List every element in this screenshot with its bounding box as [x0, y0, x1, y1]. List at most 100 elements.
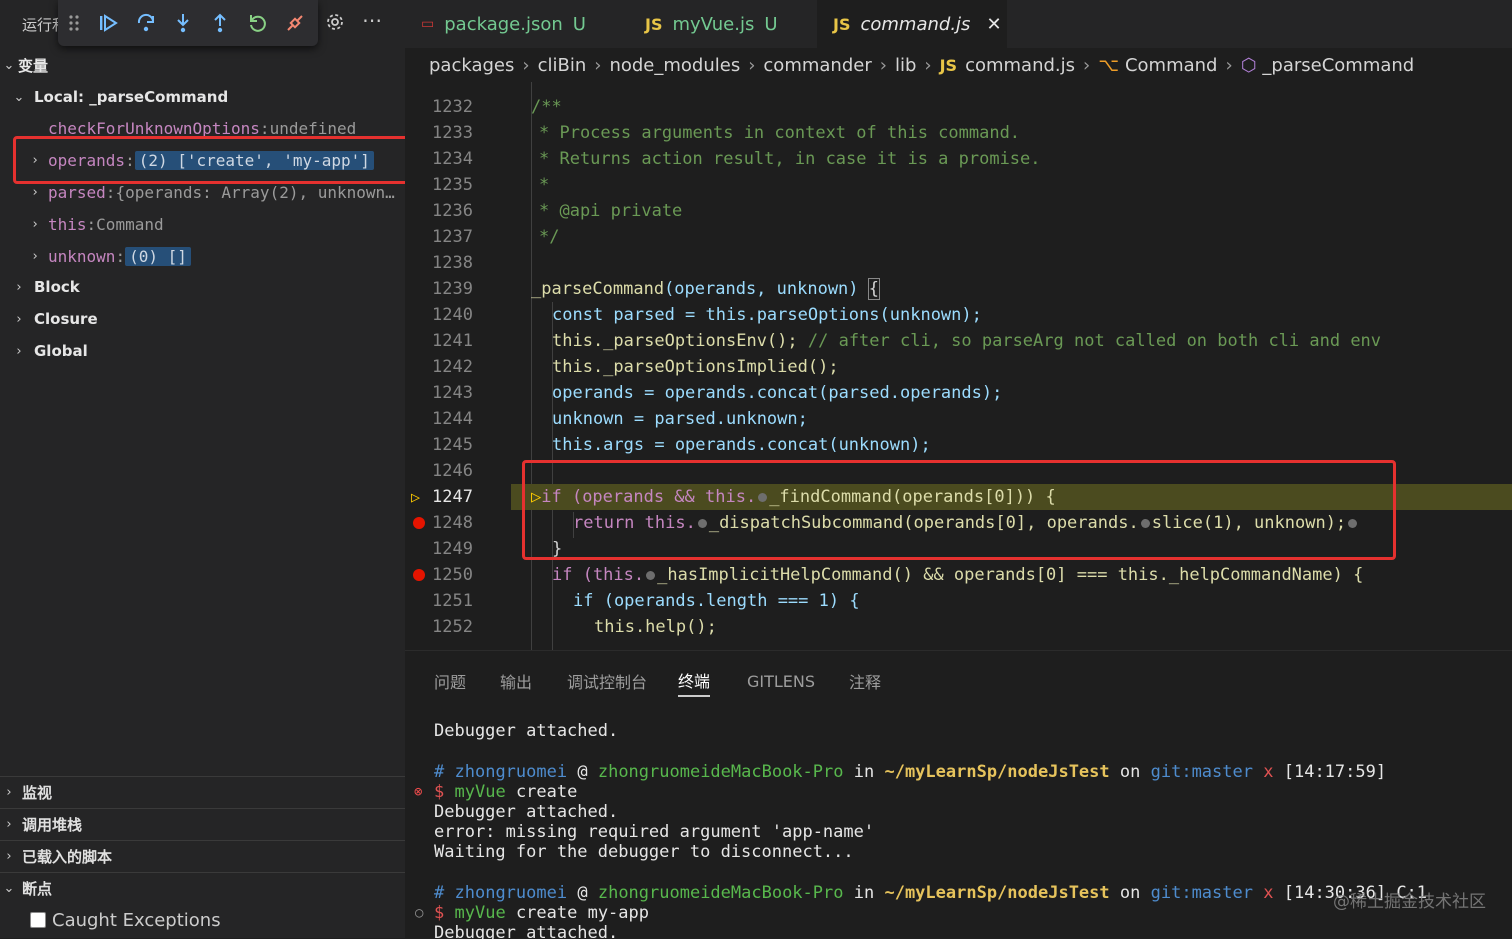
- line-number: 1235: [432, 175, 473, 195]
- line-number: 1246: [432, 461, 473, 481]
- breadcrumb-item[interactable]: lib: [895, 55, 916, 76]
- breadcrumb-item[interactable]: cliBin: [538, 55, 587, 76]
- json-icon: ▭: [421, 16, 435, 32]
- breakpoints-section-header[interactable]: ⌄ 断点: [0, 872, 405, 904]
- line-number: 1247: [432, 487, 473, 507]
- callstack-section-header[interactable]: › 调用堆栈: [0, 808, 405, 840]
- variables-section-header[interactable]: ⌄ 变量: [0, 50, 48, 80]
- continue-icon[interactable]: [94, 9, 122, 37]
- code-text: this.args = operands.concat(unknown);: [552, 435, 931, 455]
- tab-package-json[interactable]: ▭ package.json U: [405, 0, 627, 48]
- scope-label: Global: [34, 342, 88, 360]
- code-text: unknown = parsed.unknown;: [552, 409, 808, 429]
- line-number: 1239: [432, 279, 473, 299]
- chevron-right-icon: ›: [6, 817, 12, 832]
- scope-global[interactable]: › Global: [10, 336, 88, 366]
- variables-header-label: 变量: [18, 56, 49, 75]
- tab-comments[interactable]: 注释: [849, 665, 881, 697]
- caught-exceptions-checkbox[interactable]: [30, 912, 46, 928]
- tab-gitlens[interactable]: GITLENS: [747, 665, 815, 697]
- section-label: 监视: [22, 784, 53, 802]
- code-view[interactable]: 1232 /** 1233 * Process arguments in conte…: [405, 82, 1512, 650]
- tab-debug-console[interactable]: 调试控制台: [567, 665, 647, 697]
- code-text: this.help();: [594, 617, 717, 637]
- line-number: 1234: [432, 149, 473, 169]
- step-into-icon[interactable]: [169, 9, 197, 37]
- code-line: 1235 *: [405, 172, 1512, 198]
- line-number: 1232: [432, 97, 473, 117]
- tab-problems[interactable]: 问题: [434, 665, 466, 697]
- code-line: 1245 this.args = operands.concat(unknown)…: [405, 432, 1512, 458]
- debug-toolbar: [58, 0, 318, 46]
- variable-row[interactable]: › this: Command: [26, 210, 164, 238]
- code-line: 1243 operands = operands.concat(parsed.op…: [405, 380, 1512, 406]
- tab-myvue-js[interactable]: JS myVue.js U: [629, 0, 815, 48]
- code-line: 1250 if (this. _hasImplicitHelpCommand() …: [405, 562, 1512, 588]
- code-line: 1241 this._parseOptionsEnv(); // after cl…: [405, 328, 1512, 354]
- tab-output[interactable]: 输出: [500, 665, 532, 697]
- watch-section-header[interactable]: › 监视: [0, 776, 405, 808]
- loaded-scripts-section-header[interactable]: › 已载入的脚本: [0, 840, 405, 872]
- code-text: * Process arguments in context of this c…: [539, 123, 1021, 143]
- code-line: 1232 /**: [405, 94, 1512, 120]
- breadcrumb-item[interactable]: packages: [429, 55, 514, 76]
- drag-handle-icon[interactable]: [66, 9, 82, 37]
- section-label: 断点: [22, 880, 53, 898]
- method-icon: ⬡: [1240, 54, 1257, 76]
- variable-name: this: [48, 214, 87, 234]
- code-text: if (operands.length === 1) {: [573, 591, 860, 611]
- chevron-right-icon: ›: [6, 849, 12, 864]
- terminal-prompt: # zhongruomei @ zhongruomeideMacBook-Pro…: [434, 762, 1387, 782]
- line-number: 1238: [432, 253, 473, 273]
- variable-value: Command: [96, 214, 164, 234]
- line-number: 1233: [432, 123, 473, 143]
- caught-exceptions-row[interactable]: Caught Exceptions: [0, 906, 221, 934]
- code-line: 1240 const parsed = this.parseOptions(unk…: [405, 302, 1512, 328]
- code-line: 1233 * Process arguments in context of th…: [405, 120, 1512, 146]
- code-text: operands = operands.concat(parsed.operan…: [552, 383, 1003, 403]
- step-over-icon[interactable]: [132, 9, 160, 37]
- breadcrumb-item[interactable]: commander: [763, 55, 871, 76]
- breadcrumb-method[interactable]: _parseCommand: [1262, 55, 1414, 76]
- scope-block[interactable]: › Block: [10, 272, 79, 302]
- chevron-right-icon: ›: [6, 785, 12, 800]
- line-number: 1244: [432, 409, 473, 429]
- scope-closure[interactable]: › Closure: [10, 304, 97, 334]
- more-actions-icon[interactable]: ⋯: [362, 8, 383, 32]
- watermark: @稀土掘金技术社区: [1333, 892, 1486, 912]
- code-line: 1251 if (operands.length === 1) {: [405, 588, 1512, 614]
- chevron-right-icon: ›: [16, 343, 22, 359]
- line-number: 1245: [432, 435, 473, 455]
- code-line: 1239 _parseCommand(operands, unknown) {: [405, 276, 1512, 302]
- disconnect-icon[interactable]: [281, 9, 309, 37]
- variable-name: unknown: [48, 246, 116, 266]
- local-scope-header[interactable]: ⌄ Local: _parseCommand: [10, 82, 229, 112]
- terminal-line: Waiting for the debugger to disconnect..…: [434, 842, 854, 862]
- restart-icon[interactable]: [244, 9, 272, 37]
- close-icon[interactable]: ✕: [986, 14, 1001, 35]
- tab-bar: ▭ package.json U JS myVue.js U JS comman…: [405, 0, 1512, 48]
- variable-name: checkForUnknownOptions: [48, 118, 260, 138]
- terminal-prompt: # zhongruomei @ zhongruomeideMacBook-Pro…: [434, 883, 1428, 903]
- tab-status: U: [764, 13, 778, 35]
- js-icon: JS: [645, 14, 663, 34]
- tab-command-js[interactable]: JS command.js ✕: [817, 0, 1007, 48]
- code-text: const parsed = this.parseOptions(unknown…: [552, 305, 982, 325]
- chevron-right-icon: ›: [16, 279, 22, 295]
- line-number: 1240: [432, 305, 473, 325]
- variable-row[interactable]: › unknown: (0) []: [26, 242, 191, 270]
- terminal-line: Debugger attached.: [434, 802, 619, 822]
- gear-icon[interactable]: [324, 11, 346, 33]
- line-number: 1250: [432, 565, 473, 585]
- line-number: 1241: [432, 331, 473, 351]
- code-text: * @api private: [539, 201, 683, 221]
- breadcrumb-item[interactable]: node_modules: [609, 55, 740, 76]
- error-status-icon[interactable]: ⊗: [414, 784, 422, 800]
- breadcrumb-file[interactable]: command.js: [965, 55, 1075, 76]
- breadcrumb-class[interactable]: Command: [1125, 55, 1218, 76]
- step-out-icon[interactable]: [206, 9, 234, 37]
- line-number: 1237: [432, 227, 473, 247]
- terminal-command: $ myVue create: [434, 782, 578, 802]
- tab-terminal[interactable]: 终端: [678, 665, 711, 697]
- pending-status-icon[interactable]: ○: [415, 905, 423, 921]
